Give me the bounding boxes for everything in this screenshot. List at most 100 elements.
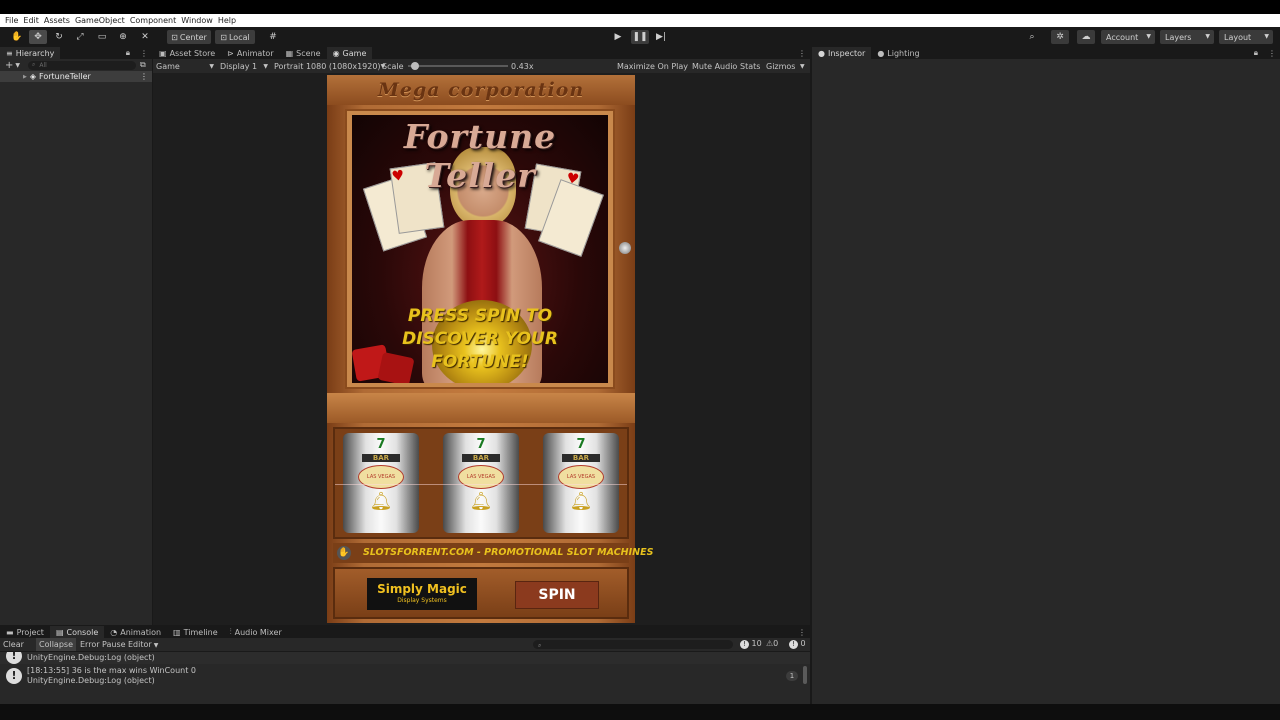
stats-toggle[interactable]: Stats <box>740 62 760 71</box>
tab-inspector[interactable]: ● Inspector <box>812 47 872 59</box>
console-icon: ▤ <box>55 627 64 637</box>
scene-visibility-icon[interactable]: ⧉ <box>140 60 146 70</box>
more-options-icon[interactable]: ⋮ <box>140 72 148 81</box>
account-label: Account <box>1106 32 1139 42</box>
spin-prompt-line: FORTUNE! <box>431 352 529 372</box>
services-icon[interactable]: ✲ <box>1051 30 1069 44</box>
tab-scene-label: Scene <box>296 48 321 58</box>
menu-window[interactable]: Window <box>181 16 213 25</box>
chevron-down-icon[interactable]: ▼ <box>15 62 20 69</box>
game-panel-tabs: ▣ Asset Store ⊳ Animator ▦ Scene ◉ Game ⋮ <box>153 47 810 59</box>
maximize-on-play-toggle[interactable]: Maximize On Play <box>617 62 688 71</box>
hierarchy-item[interactable]: ▶ ◈ FortuneTeller ⋮ <box>0 71 152 82</box>
pause-icon[interactable]: ❚❚ <box>631 30 649 44</box>
rect-tool-icon[interactable]: ▭ <box>93 30 111 44</box>
cloud-icon[interactable]: ☁ <box>1077 30 1095 44</box>
info-count[interactable]: ! 10 <box>740 639 762 649</box>
control-panel: Simply Magic Display Systems SPIN <box>333 567 629 619</box>
tab-game-label: Game <box>342 48 367 58</box>
timeline-icon: ▥ <box>173 627 181 637</box>
tab-asset-store[interactable]: ▣ Asset Store <box>153 47 221 59</box>
search-icon[interactable]: ⌕ <box>1023 30 1041 44</box>
pivot-local-button[interactable]: ⊡ Local <box>215 30 255 44</box>
spin-button[interactable]: SPIN <box>515 581 599 609</box>
editor-dropdown[interactable]: Editor ▼ <box>128 640 158 649</box>
tab-animation[interactable]: ◔ Animation <box>104 626 167 638</box>
expand-arrow-icon[interactable]: ▶ <box>23 74 27 80</box>
scale-slider-thumb[interactable] <box>411 62 419 70</box>
more-options-icon[interactable]: ⋮ <box>1268 49 1276 58</box>
chevron-down-icon[interactable]: ▼ <box>800 63 805 70</box>
tab-timeline[interactable]: ▥ Timeline <box>167 626 224 638</box>
tab-console[interactable]: ▤ Console <box>49 626 105 638</box>
lock-icon[interactable]: 🔒︎ <box>1254 48 1258 58</box>
pivot-center-button[interactable]: ⊡ Center <box>167 30 211 44</box>
console-entry-trace: UnityEngine.Debug:Log (object) <box>27 676 155 685</box>
hierarchy-search-input[interactable]: ⌕ All <box>28 60 137 70</box>
menu-help[interactable]: Help <box>218 16 236 25</box>
grid-snap-icon[interactable]: # <box>264 30 282 44</box>
menu-assets[interactable]: Assets <box>44 16 70 25</box>
mute-audio-toggle[interactable]: Mute Audio <box>692 62 737 71</box>
error-count[interactable]: ! 0 <box>789 639 806 649</box>
more-options-icon[interactable]: ⋮ <box>140 49 148 58</box>
display-label: Display 1 <box>220 61 258 71</box>
layers-label: Layers <box>1165 32 1192 42</box>
tab-audio-mixer[interactable]: ⫶ Audio Mixer <box>224 626 288 638</box>
transform-tool-icon[interactable]: ⊕ <box>114 30 132 44</box>
more-options-icon[interactable]: ⋮ <box>798 49 806 58</box>
gizmos-toggle[interactable]: Gizmos <box>766 62 795 71</box>
warn-count[interactable]: ⚠0 <box>766 639 778 648</box>
rotate-tool-icon[interactable]: ↻ <box>50 30 68 44</box>
error-count-value: 0 <box>800 639 806 648</box>
play-icon[interactable]: ▶ <box>609 30 627 44</box>
console-scrollbar[interactable] <box>803 666 807 684</box>
side-knob-icon <box>619 242 631 254</box>
scene-icon: ▦ <box>285 48 294 58</box>
lock-icon[interactable]: 🔒︎ <box>126 48 130 58</box>
add-icon[interactable]: + <box>5 60 13 71</box>
hierarchy-item-label: FortuneTeller <box>39 72 91 81</box>
reel-2: 7 BAR LAS VEGAS 🔔︎ <box>443 433 519 533</box>
menu-component[interactable]: Component <box>130 16 176 25</box>
collapse-button[interactable]: Collapse <box>36 638 76 651</box>
console-entry[interactable]: ! UnityEngine.Debug:Log (object) <box>0 652 810 664</box>
resolution-dropdown[interactable]: Portrait 1080 (1080x1920) ▼ <box>274 59 385 73</box>
scene-icon: ◈ <box>29 72 37 81</box>
layers-dropdown[interactable]: Layers ▼ <box>1160 30 1214 44</box>
tab-hierarchy[interactable]: ≡ Hierarchy <box>0 47 61 59</box>
pivot-center-icon: ⊡ <box>171 32 178 42</box>
animator-icon: ⊳ <box>227 48 234 58</box>
console-search-input[interactable]: ⌕ <box>533 640 733 649</box>
step-icon[interactable]: ▶| <box>652 30 670 44</box>
layout-dropdown[interactable]: Layout ▼ <box>1219 30 1273 44</box>
console-entry[interactable]: ! [18:13:55] 36 is the max wins WinCount… <box>0 664 810 688</box>
info-count-value: 10 <box>751 639 762 648</box>
tab-scene[interactable]: ▦ Scene <box>280 47 327 59</box>
lightbulb-icon: ● <box>877 48 885 58</box>
custom-tool-icon[interactable]: ✕ <box>136 30 154 44</box>
artwork-frame: ♥ ♥ Fortune Teller PRESS SPIN TO DISCOVE… <box>345 109 615 389</box>
clear-button[interactable]: Clear <box>3 640 24 649</box>
more-options-icon[interactable]: ⋮ <box>798 628 806 637</box>
menu-file[interactable]: File <box>5 16 18 25</box>
tab-project[interactable]: ▬ Project <box>0 626 50 638</box>
game-mode-dropdown[interactable]: Game ▼ <box>156 59 214 73</box>
hand-tool-icon[interactable]: ✋ <box>8 30 26 44</box>
tab-animator[interactable]: ⊳ Animator <box>221 47 279 59</box>
menu-edit[interactable]: Edit <box>23 16 39 25</box>
error-pause-button[interactable]: Error Pause <box>80 640 126 649</box>
scale-slider[interactable] <box>408 62 508 70</box>
tab-lighting[interactable]: ● Lighting <box>871 47 925 59</box>
audio-icon[interactable]: ✋ <box>337 546 351 560</box>
window-bottom-band <box>0 704 1280 720</box>
account-dropdown[interactable]: Account ▼ <box>1101 30 1155 44</box>
move-tool-icon[interactable]: ✥ <box>29 30 47 44</box>
tab-game[interactable]: ◉ Game <box>326 47 373 59</box>
resolution-label: Portrait 1080 (1080x1920) <box>274 61 381 71</box>
reel-symbol-bar: BAR <box>562 454 600 462</box>
menu-gameobject[interactable]: GameObject <box>75 16 125 25</box>
scale-tool-icon[interactable]: ⤢ <box>71 30 89 44</box>
audio-mixer-icon: ⫶ <box>229 627 232 636</box>
display-dropdown[interactable]: Display 1 ▼ <box>220 59 268 73</box>
